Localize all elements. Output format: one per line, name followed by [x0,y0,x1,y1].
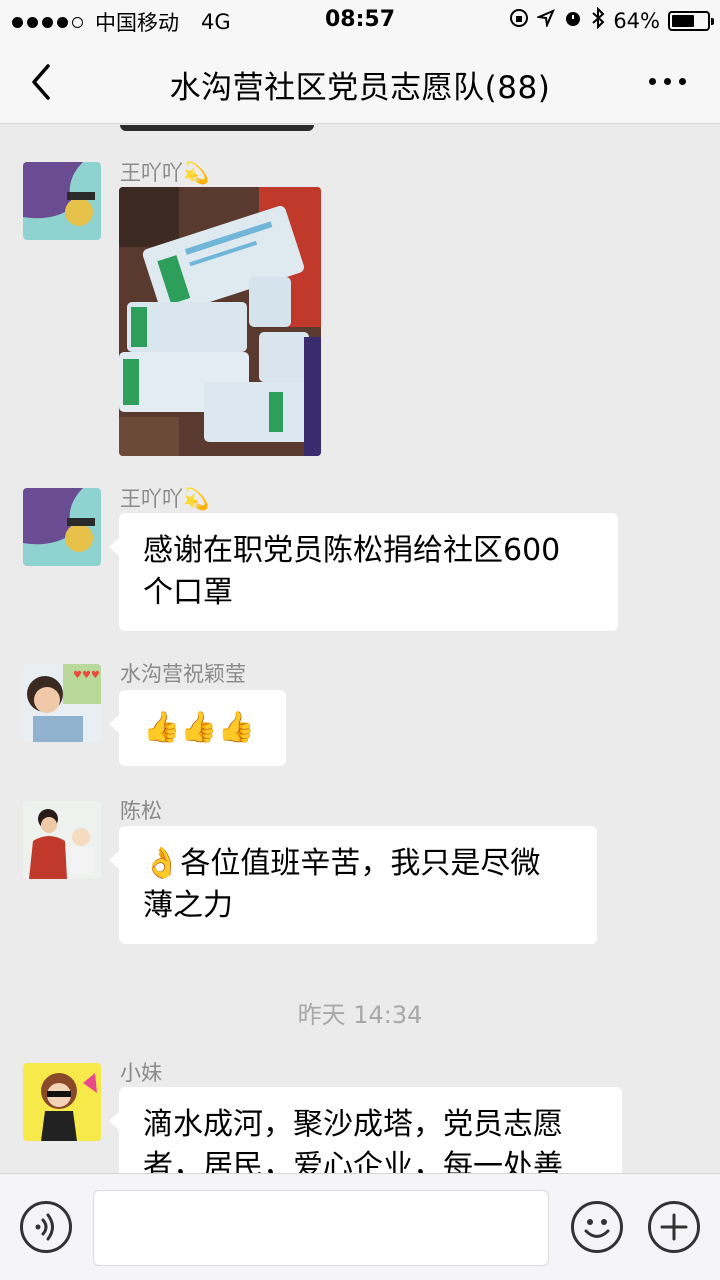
nav-bar: 水沟营社区党员志愿队(88) [0,40,720,124]
voice-icon [35,1213,54,1241]
battery-icon [668,10,714,31]
more-options-button[interactable] [649,78,686,85]
chat-title: 水沟营社区党员志愿队(88) [169,70,551,106]
bluetooth-icon [591,6,605,34]
message-line: 👌各位值班辛苦，我只是尽微 [143,846,541,881]
alarm-icon [563,8,583,33]
chat-area[interactable]: 王吖吖💫 王吖吖💫 感谢在职党员陈松捐给社区600 个口罩 ♥♥♥ 水沟营祝颖莹… [0,125,720,1173]
previous-image-tail[interactable] [120,125,314,131]
battery-fill [672,14,694,27]
battery-percent: 64% [613,8,660,33]
svg-text:♥♥♥: ♥♥♥ [73,670,100,681]
message-line: 个口罩 [143,575,233,610]
rotation-lock-icon [509,8,529,33]
more-dot [679,78,686,85]
more-functions-button[interactable] [648,1201,700,1253]
message-bubble[interactable]: 👍👍👍 [109,690,286,766]
message-photo[interactable] [119,187,321,456]
emoji-button[interactable] [571,1201,623,1253]
input-bar [0,1173,720,1280]
message-line: 感谢在职党员陈松捐给社区600 [143,533,561,568]
avatar[interactable] [23,1063,101,1141]
sender-name: 小妹 [120,1061,162,1085]
time-separator: 昨天 14:34 [297,1001,423,1029]
avatar[interactable] [23,801,101,879]
status-bar: 中国移动 4G 08:57 64% [0,0,720,40]
plus-icon [660,1213,688,1241]
sender-name: 王吖吖💫 [120,161,210,185]
message-line: 者，居民，爱心企业，每一处善 [143,1149,563,1173]
more-dot [664,78,671,85]
message-bubble[interactable]: 感谢在职党员陈松捐给社区600 个口罩 [109,513,618,631]
sender-name: 水沟营祝颖莹 [120,662,246,686]
avatar[interactable] [23,162,101,240]
message-line: 滴水成河，聚沙成塔，党员志愿 [143,1107,563,1142]
sender-name: 王吖吖💫 [120,487,210,511]
emoji-icon [584,1219,610,1238]
avatar[interactable] [23,488,101,566]
status-right: 64% [509,6,714,34]
location-icon [535,9,556,32]
message-bubble[interactable]: 👌各位值班辛苦，我只是尽微 薄之力 [109,826,597,944]
message-line: 薄之力 [143,888,233,923]
more-dot [649,78,656,85]
voice-button[interactable] [20,1201,72,1253]
thumbs-up-icon: 👍👍👍 [143,710,256,745]
sender-name: 陈松 [120,799,162,823]
message-bubble[interactable]: 滴水成河，聚沙成塔，党员志愿 者，居民，爱心企业，每一处善 [109,1087,622,1173]
avatar[interactable]: ♥♥♥ [23,664,101,742]
message-input[interactable] [93,1190,549,1266]
